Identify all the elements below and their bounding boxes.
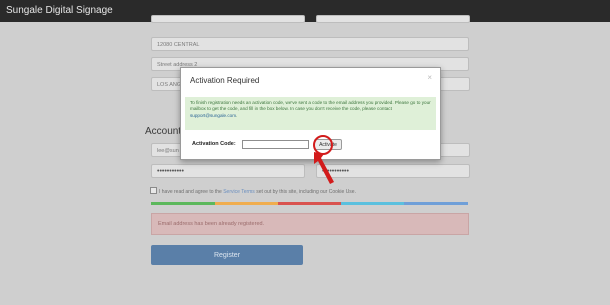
agree-prefix: I have read and agree to the — [159, 189, 224, 195]
modal-title: Activation Required — [190, 76, 260, 85]
progress-segment — [215, 202, 278, 205]
checkbox-icon[interactable] — [150, 187, 157, 194]
activation-info-alert: To finish registration needs an activati… — [185, 97, 436, 130]
support-email-link[interactable]: support@sungale.com — [190, 113, 236, 118]
progress-segment — [341, 202, 404, 205]
activation-code-input[interactable] — [242, 140, 309, 149]
top-bar: Sungale Digital Signage — [0, 0, 610, 22]
activation-code-label: Activation Code: — [192, 141, 236, 147]
progress-segment — [404, 202, 468, 205]
app-title: Sungale Digital Signage — [6, 5, 113, 16]
activation-modal: Activation Required × To finish registra… — [180, 67, 441, 160]
info-text-end: . — [236, 112, 238, 118]
agree-suffix: set out by this site, including our Cook… — [254, 189, 356, 195]
register-button[interactable]: Register — [151, 245, 303, 265]
password-strength-bar — [151, 202, 468, 205]
arrow-annotation — [314, 152, 334, 184]
service-terms-link[interactable]: Service Terms — [223, 189, 255, 195]
form-field-top-right[interactable] — [316, 15, 470, 23]
progress-segment — [151, 202, 215, 205]
address-line1-field[interactable]: 12080 CENTRAL — [151, 37, 469, 51]
password-field[interactable]: ••••••••••• — [151, 164, 305, 178]
account-section-title: Account — [145, 126, 182, 137]
error-alert: Email address has been already registere… — [151, 213, 469, 235]
close-icon[interactable]: × — [427, 73, 432, 82]
info-text: To finish registration needs an activati… — [190, 100, 431, 112]
progress-segment — [278, 202, 341, 205]
terms-agreement: I have read and agree to the Service Ter… — [150, 187, 356, 195]
form-field-top-left[interactable] — [151, 15, 305, 23]
